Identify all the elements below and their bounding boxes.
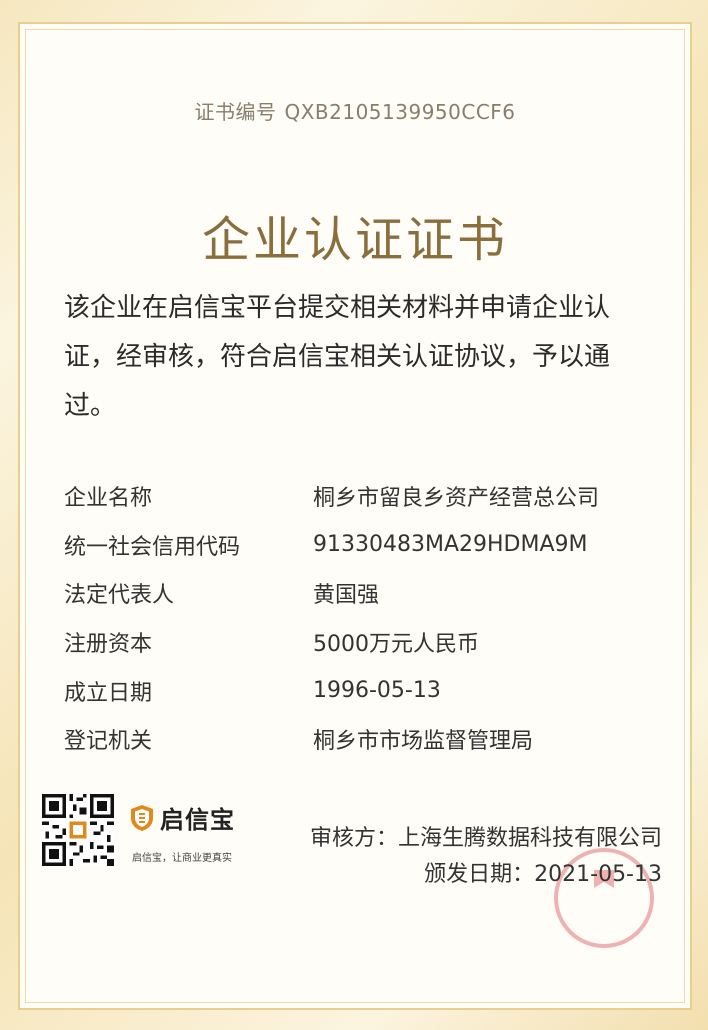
info-row-company-name: 企业名称 桐乡市留良乡资产经营总公司 [64,472,660,521]
info-label: 成立日期 [64,680,153,706]
issue-date-label: 颁发日期： [424,862,535,887]
info-value: 黄国强 [313,583,380,609]
info-row-authority: 登记机关 桐乡市市场监督管理局 [64,715,660,764]
qixinbao-logo-icon [131,804,153,831]
certificate-frame: 证书编号 QXB2105139950CCF6 企业认证证书 该企业在启信宝平台提交… [18,22,692,1010]
certificate-statement: 该企业在启信宝平台提交相关材料并申请企业认证，经审核，符合启信宝相关认证协议，予… [64,293,611,421]
info-label: 统一社会信用代码 [64,534,241,560]
brand-name: 启信宝 [160,806,235,834]
certificate: 证书编号 QXB2105139950CCF6 企业认证证书 该企业在启信宝平台提交… [0,0,708,1030]
info-row-founded: 成立日期 1996-05-13 [64,666,660,715]
info-label: 注册资本 [64,632,153,658]
certificate-title: 企业认证证书 [201,212,508,268]
info-row-legal-rep: 法定代表人 黄国强 [64,569,660,618]
certificate-number-label: 证书编号 [194,100,277,124]
info-row-capital: 注册资本 5000万元人民币 [64,618,660,667]
brand-row: 启信宝 [130,800,235,835]
company-info: 企业名称 桐乡市留良乡资产经营总公司 统一社会信用代码 91330483MA29… [64,472,660,764]
brand: 启信宝 启信宝，让商业更真实 [130,800,235,864]
certificate-number-value: QXB2105139950CCF6 [284,100,516,124]
issuer-label: 审核方： [309,826,398,851]
info-label: 企业名称 [64,486,153,512]
info-label: 登记机关 [64,729,153,755]
issue-date: 颁发日期：2021-05-13 [424,856,662,888]
certificate-number: 证书编号 QXB2105139950CCF6 [20,96,690,125]
certificate-footer: 启信宝 启信宝，让商业更真实 审核方：上海生腾数据科技有限公司 颁发日期：202… [42,794,670,948]
brand-slogan: 启信宝，让商业更真实 [132,853,232,864]
info-value: 91330483MA29HDMA9M [313,532,588,558]
info-label: 法定代表人 [64,583,175,609]
info-value: 桐乡市市场监督管理局 [313,729,534,755]
info-value: 1996-05-13 [313,678,441,704]
issue-date-value: 2021-05-13 [534,862,662,887]
qr-code-icon [42,794,114,866]
info-value: 5000万元人民币 [313,632,479,658]
info-row-credit-code: 统一社会信用代码 91330483MA29HDMA9M [64,521,660,570]
info-value: 桐乡市留良乡资产经营总公司 [313,486,600,512]
